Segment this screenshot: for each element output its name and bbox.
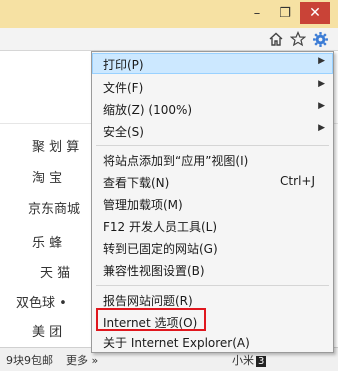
star-icon[interactable] (288, 29, 308, 49)
page-link[interactable]: 天 猫 (40, 262, 70, 281)
page-link[interactable]: 双色球 • (16, 292, 67, 311)
bottom-link-label: 小米 (232, 354, 254, 367)
menu-item-label: 文件(F) (103, 81, 144, 95)
menu-item-label: 转到已固定的网站(G) (103, 242, 218, 256)
menu-item-pinned-sites[interactable]: 转到已固定的网站(G) (92, 237, 333, 258)
bottom-link[interactable]: 9块9包邮 (6, 352, 53, 368)
menu-item-label: 安全(S) (103, 125, 144, 139)
menu-item-label: 打印(P) (103, 58, 144, 72)
restore-button[interactable]: ❐ (272, 2, 298, 24)
menu-item-label: 管理加载项(M) (103, 198, 183, 212)
menu-item-file[interactable]: 文件(F) ▶ (92, 76, 333, 97)
menu-item-zoom[interactable]: 缩放(Z) (100%) ▶ (92, 98, 333, 119)
menu-item-label: 缩放(Z) (100%) (103, 103, 193, 117)
close-button[interactable]: ✕ (300, 2, 330, 24)
page-link[interactable]: 淘 宝 (32, 167, 62, 186)
menu-item-label: 报告网站问题(R) (103, 294, 193, 308)
menu-item-dev-tools[interactable]: F12 开发人员工具(L) (92, 215, 333, 236)
window-title-bar: – ❐ ✕ (0, 0, 338, 28)
page-link[interactable]: 聚 划 算 (32, 136, 79, 155)
minimize-button[interactable]: – (244, 2, 270, 24)
menu-item-label: F12 开发人员工具(L) (103, 220, 218, 234)
menu-item-label: 将站点添加到“应用”视图(I) (103, 154, 249, 168)
bottom-link-right[interactable]: 小米 3 (232, 352, 267, 368)
menu-item-label: 关于 Internet Explorer(A) (103, 336, 250, 350)
submenu-arrow-icon: ▶ (318, 56, 325, 66)
menu-item-shortcut: Ctrl+J (280, 174, 315, 188)
menu-separator (96, 285, 329, 286)
menu-item-add-to-apps[interactable]: 将站点添加到“应用”视图(I) (92, 149, 333, 170)
submenu-arrow-icon: ▶ (318, 123, 325, 133)
highlight-annotation-box (96, 308, 206, 331)
command-toolbar (0, 28, 338, 50)
page-link[interactable]: 美 团 (32, 321, 62, 340)
menu-separator (96, 145, 329, 146)
window-controls: – ❐ ✕ (244, 2, 330, 24)
menu-item-label: 兼容性视图设置(B) (103, 264, 205, 278)
submenu-arrow-icon: ▶ (318, 79, 325, 89)
gear-icon[interactable] (310, 29, 330, 49)
home-icon[interactable] (266, 29, 286, 49)
count-badge: 3 (256, 356, 267, 367)
page-link[interactable]: 乐 蜂 (32, 232, 62, 251)
menu-item-manage-addons[interactable]: 管理加载项(M) (92, 193, 333, 214)
menu-item-about-ie[interactable]: 关于 Internet Explorer(A) (92, 331, 333, 352)
menu-item-label: 查看下载(N) (103, 176, 170, 190)
menu-item-compat-view[interactable]: 兼容性视图设置(B) (92, 259, 333, 280)
page-link[interactable]: 京东商城 (28, 198, 90, 217)
menu-item-report-problem[interactable]: 报告网站问题(R) (92, 289, 333, 310)
menu-item-safety[interactable]: 安全(S) ▶ (92, 120, 333, 141)
menu-item-print[interactable]: 打印(P) ▶ (92, 53, 333, 74)
more-link[interactable]: 更多 » (66, 352, 98, 368)
submenu-arrow-icon: ▶ (318, 101, 325, 111)
menu-item-view-downloads[interactable]: 查看下载(N) Ctrl+J (92, 171, 333, 192)
